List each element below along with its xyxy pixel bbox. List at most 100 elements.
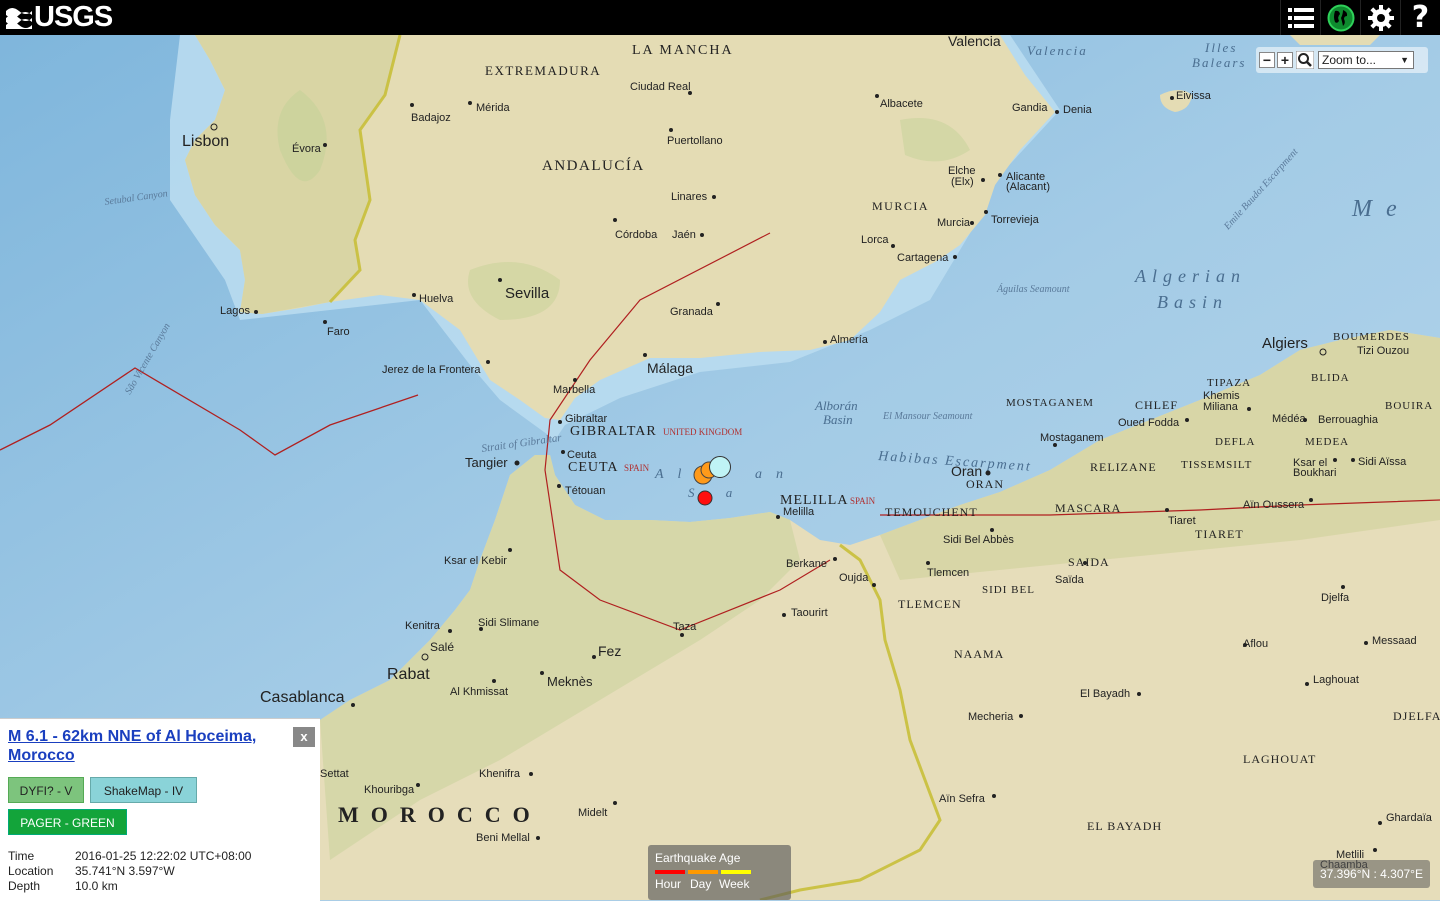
city-label: Ciudad Real [630,81,691,93]
region-label: MURCIA [872,199,929,213]
region-label: SAIDA [1068,555,1110,569]
region-label: TEMOUCHENT [885,505,978,519]
feature-label: Algerian [1134,266,1246,286]
time-value: 2016-01-25 12:22:02 UTC+08:00 [75,849,252,863]
city-label: Khouribga [364,784,415,796]
close-button[interactable]: x [293,727,315,747]
globe-icon [1327,4,1354,31]
city-label: Jaén [672,229,696,241]
map-button[interactable] [1320,0,1360,35]
event-panel: M 6.1 - 62km NNE of Al Hoceima, Morocco … [0,718,320,901]
city-label: Mecheria [968,711,1014,723]
city-label: Settat [320,768,349,780]
city-label: Al Khmissat [450,686,508,698]
city-label: Almería [830,334,869,346]
legend-swatch-week [721,870,751,874]
region-label: BOUIRA [1385,400,1433,412]
city-label: Messaad [1372,635,1417,647]
legend-label-week: Week [719,877,750,891]
city-label: Laghouat [1313,674,1359,686]
region-label: BLIDA [1311,372,1350,384]
city-label: Lorca [861,234,889,246]
city-label: Beni Mellal [476,832,530,844]
feature-label: Alborán [814,398,858,413]
zoom-in-button[interactable]: + [1277,52,1293,68]
city-label: Torrevieja [991,214,1040,226]
city-label: Jerez de la Frontera [382,364,481,376]
event-title-link[interactable]: M 6.1 - 62km NNE of Al Hoceima, Morocco [8,727,278,765]
city-label: Cartagena [897,252,949,264]
city-label: Tizi Ouzou [1357,345,1409,357]
region-label: ORAN [966,477,1004,491]
legend-label-day: Day [690,877,712,891]
city-label: Oued Fodda [1118,417,1180,429]
city-label: (Alacant) [1006,181,1050,193]
earthquake-marker-selected[interactable] [709,456,731,478]
region-label: BOUMERDES [1333,331,1410,343]
city-label: Lagos [220,305,250,317]
dropdown-arrow-icon: ▼ [1400,55,1409,65]
city-label: Ceuta [567,449,597,461]
feature-label: Valencia [1027,43,1088,58]
usgs-logo[interactable]: USGS [6,0,113,33]
city-label: Oran [951,463,982,479]
help-button[interactable]: ? [1400,0,1440,35]
region-label: CEUTA [568,460,619,475]
city-label: Sevilla [505,285,550,302]
city-label: Valencia [948,35,1001,49]
earthquake-age-legend: Earthquake Age Hour Day Week [648,845,791,900]
region-label: LA MANCHA [632,43,734,58]
city-label: Puertollano [667,135,723,147]
feature-label: Balears [1192,55,1246,70]
location-label: Location [8,864,54,878]
city-label: Meknès [547,674,593,689]
settings-button[interactable] [1360,0,1400,35]
city-label: Tlemcen [927,567,969,579]
legend-swatch-hour [655,870,685,874]
pager-badge[interactable]: PAGER - GREEN [8,809,127,835]
zoom-control: − + Zoom to... ▼ [1256,47,1428,73]
city-label: Mérida [476,102,511,114]
zoom-to-select[interactable]: Zoom to... ▼ [1318,51,1414,69]
zoom-out-button[interactable]: − [1259,52,1275,68]
city-label: Mostaganem [1040,432,1104,444]
region-label: DEFLA [1215,436,1255,448]
usgs-wave-icon [6,8,32,29]
region-label: DJELFA [1393,709,1440,723]
city-label: Tétouan [565,485,605,497]
city-label: Djelfa [1321,592,1350,604]
shakemap-badge[interactable]: ShakeMap - IV [90,777,197,803]
feature-label: Basin [1157,292,1228,312]
city-label: El Bayadh [1080,688,1130,700]
city-label: Gandia [1012,102,1048,114]
city-label: Évora [292,142,322,155]
logo-text: USGS [34,0,113,33]
city-label: Aïn Sefra [939,793,986,805]
city-label: Huelva [419,293,454,305]
city-label: Khenifra [479,768,521,780]
region-label: MASCARA [1055,501,1121,515]
feature-label: El Mansour Seamount [882,411,973,422]
city-label: (Elx) [951,176,974,188]
region-label: EL BAYADH [1087,819,1162,833]
city-label: Aflou [1243,638,1268,650]
region-label: UNITED KINGDOM [663,427,742,437]
dyfi-badge[interactable]: DYFI? - V [8,777,84,803]
city-label: Córdoba [615,229,658,241]
city-label: Algiers [1262,335,1308,352]
list-icon [1287,7,1314,28]
city-label: Berrouaghia [1318,414,1379,426]
list-button[interactable] [1280,0,1320,35]
region-label: NAAMA [954,647,1004,661]
city-label: Badajoz [411,112,451,124]
search-icon[interactable] [1296,51,1314,69]
coordinate-readout: 37.396°N : 4.307°E [1313,860,1430,888]
earthquake-marker-hour[interactable] [697,490,713,506]
region-label: TISSEMSILT [1181,459,1252,471]
top-bar: USGS ? [0,0,1440,35]
region-label: MEDEA [1305,436,1349,448]
city-label: Melilla [783,506,815,518]
city-label: Midelt [578,807,607,819]
feature-label: Basin [823,412,853,427]
city-label: Faro [327,326,350,338]
